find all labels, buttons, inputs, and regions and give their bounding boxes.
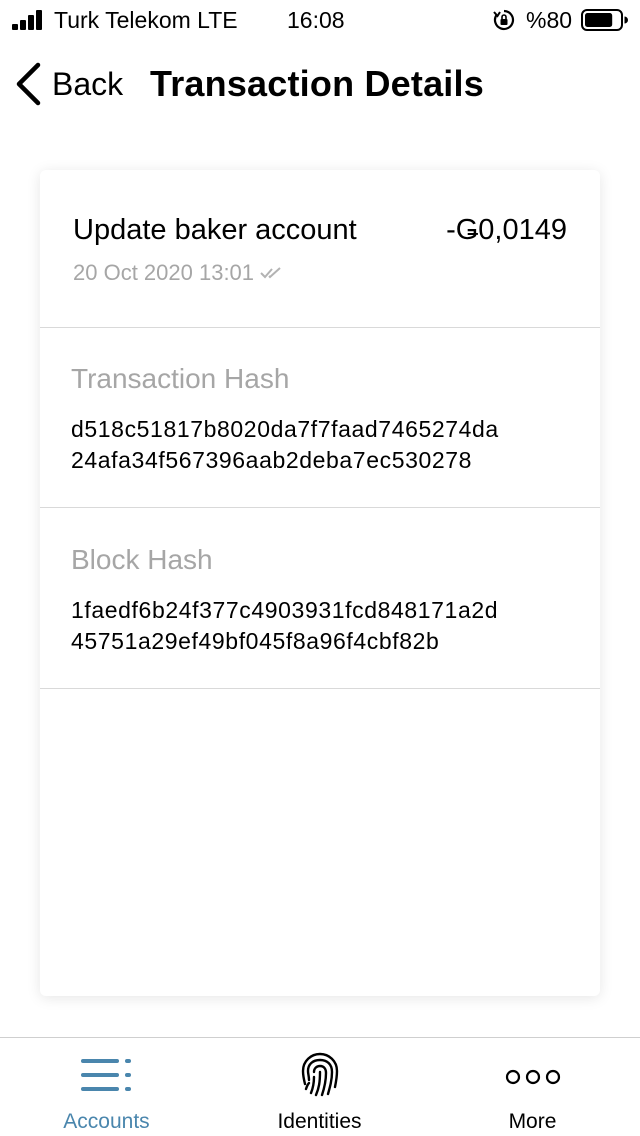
transaction-summary: Update baker account -Ǥ0,0149 20 Oct 202… [40, 170, 600, 328]
block-hash-section: Block Hash 1faedf6b24f377c4903931fcd8481… [40, 509, 600, 689]
status-bar: Turk Telekom LTE 16:08 %80 [0, 0, 640, 40]
transaction-hash-label: Transaction Hash [71, 363, 290, 394]
transaction-date: 20 Oct 2020 13:01 [73, 260, 255, 285]
navigation-header: Back Transaction Details [0, 40, 640, 128]
cellular-signal-icon [12, 10, 48, 30]
block-hash-label: Block Hash [71, 544, 213, 575]
battery-percent: %80 [526, 7, 573, 33]
tab-accounts[interactable]: Accounts [0, 1038, 213, 1136]
carrier-label: Turk Telekom LTE [54, 7, 238, 33]
status-time: 16:08 [287, 7, 345, 33]
more-dots-icon [505, 1069, 560, 1085]
transaction-hash-section: Transaction Hash d518c51817b8020da7f7faa… [40, 328, 600, 508]
accounts-list-icon [80, 1059, 131, 1091]
transaction-card: Update baker account -Ǥ0,0149 20 Oct 202… [40, 170, 600, 996]
block-hash-line-2: 45751a29ef49bf045f8a96f4cbf82b [71, 628, 440, 654]
transaction-hash-line-1: d518c51817b8020da7f7faad7465274da [71, 416, 499, 442]
transaction-hash-line-2: 24afa34f567396aab2deba7ec530278 [71, 447, 473, 473]
chevron-left-icon [16, 62, 41, 106]
block-hash-line-1: 1faedf6b24f377c4903931fcd848171a2d [71, 597, 499, 623]
page-title: Transaction Details [150, 63, 484, 104]
tab-identities[interactable]: Identities [213, 1038, 426, 1136]
rotation-lock-icon [493, 9, 515, 31]
tab-accounts-label: Accounts [63, 1110, 150, 1133]
tab-more-label: More [508, 1110, 557, 1133]
back-label: Back [52, 65, 124, 102]
tab-more[interactable]: More [426, 1038, 639, 1136]
tab-bar: Accounts Identities More [0, 1037, 640, 1136]
battery-icon [581, 9, 628, 31]
transaction-type: Update baker account [73, 214, 357, 246]
double-check-icon [260, 267, 281, 279]
screen: Turk Telekom LTE 16:08 %80 Back Transact… [0, 0, 640, 1136]
fingerprint-icon [301, 1052, 338, 1097]
tab-identities-label: Identities [277, 1110, 362, 1133]
transaction-amount: -Ǥ0,0149 [446, 214, 567, 246]
back-button[interactable]: Back [14, 60, 123, 108]
transaction-meta: 20 Oct 2020 13:01 [73, 260, 284, 286]
